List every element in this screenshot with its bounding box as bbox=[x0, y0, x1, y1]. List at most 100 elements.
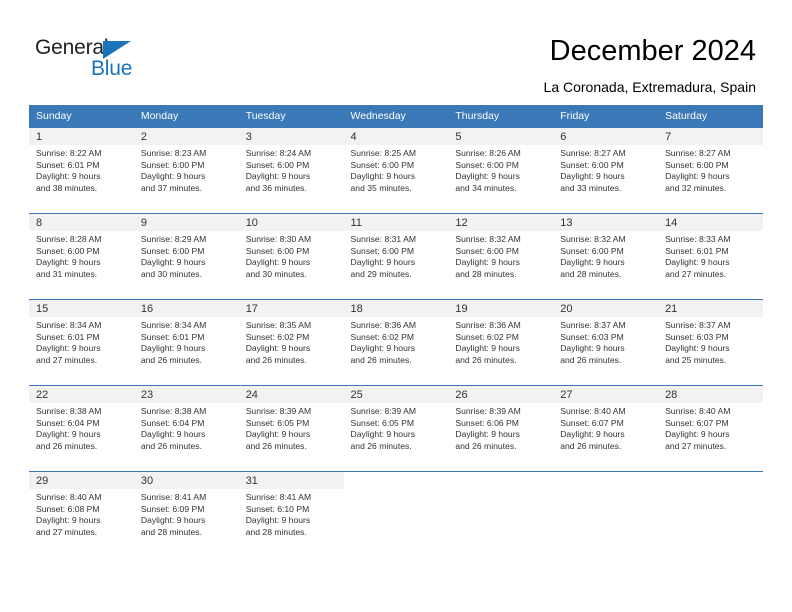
day-sunset-text: Sunset: 6:01 PM bbox=[36, 159, 100, 170]
day-number[interactable]: 14 bbox=[658, 213, 763, 231]
day-daylight-text: Daylight: 9 hours bbox=[245, 257, 311, 268]
week-details-row: Sunrise: 8:38 AM Sunset: 6:04 PM Daylight:… bbox=[29, 403, 763, 472]
day-daylight-text: and 26 minutes. bbox=[560, 354, 622, 365]
day-number[interactable]: 19 bbox=[448, 299, 554, 317]
day-sunrise-text: Sunrise: 8:24 AM bbox=[245, 148, 312, 158]
day-daylight-text: and 27 minutes. bbox=[36, 354, 98, 365]
day-number[interactable]: 9 bbox=[133, 213, 239, 231]
day-daylight-text: Daylight: 9 hours bbox=[140, 429, 206, 440]
day-details: Sunrise: 8:30 AM Sunset: 6:00 PM Daylight:… bbox=[238, 231, 344, 300]
day-cell-empty bbox=[343, 471, 449, 489]
day-number[interactable]: 30 bbox=[133, 471, 239, 489]
day-daylight-text: Daylight: 9 hours bbox=[560, 171, 625, 182]
day-number[interactable]: 29 bbox=[29, 471, 134, 489]
day-details: Sunrise: 8:32 AM Sunset: 6:00 PM Daylight:… bbox=[553, 231, 659, 300]
day-daylight-text: Daylight: 9 hours bbox=[36, 171, 101, 182]
day-sunrise-text: Sunrise: 8:39 AM bbox=[245, 406, 312, 416]
day-sunrise-text: Sunrise: 8:34 AM bbox=[36, 320, 102, 330]
day-sunset-text: Sunset: 6:02 PM bbox=[245, 331, 310, 342]
day-daylight-text: Daylight: 9 hours bbox=[350, 171, 416, 182]
day-daylight-text: Daylight: 9 hours bbox=[140, 343, 206, 354]
day-daylight-text: Daylight: 9 hours bbox=[560, 343, 625, 354]
day-sunrise-text: Sunrise: 8:22 AM bbox=[36, 148, 102, 158]
day-sunset-text: Sunset: 6:00 PM bbox=[455, 245, 519, 256]
day-daylight-text: Daylight: 9 hours bbox=[140, 171, 206, 182]
general-blue-logo: General Blue bbox=[35, 36, 215, 86]
day-sunset-text: Sunset: 6:10 PM bbox=[245, 503, 310, 514]
day-number[interactable]: 3 bbox=[238, 127, 344, 145]
day-details: Sunrise: 8:39 AM Sunset: 6:05 PM Daylight:… bbox=[238, 403, 344, 472]
day-details: Sunrise: 8:37 AM Sunset: 6:03 PM Daylight:… bbox=[658, 317, 763, 386]
day-daylight-text: and 26 minutes. bbox=[350, 440, 412, 451]
day-sunrise-text: Sunrise: 8:23 AM bbox=[140, 148, 207, 158]
day-number[interactable]: 11 bbox=[343, 213, 449, 231]
day-number[interactable]: 18 bbox=[343, 299, 449, 317]
day-number[interactable]: 26 bbox=[448, 385, 554, 403]
page-title: December 2024 bbox=[549, 35, 756, 67]
day-details: Sunrise: 8:33 AM Sunset: 6:01 PM Daylight:… bbox=[658, 231, 763, 300]
day-sunrise-text: Sunrise: 8:40 AM bbox=[36, 492, 102, 502]
day-sunrise-text: Sunrise: 8:33 AM bbox=[665, 234, 731, 244]
day-sunrise-text: Sunrise: 8:27 AM bbox=[560, 148, 626, 158]
day-sunset-text: Sunset: 6:00 PM bbox=[560, 245, 624, 256]
week-daynumbers-row: 15 16 17 18 19 20 21 bbox=[29, 299, 763, 317]
day-details: Sunrise: 8:40 AM Sunset: 6:08 PM Daylight:… bbox=[29, 489, 134, 557]
day-details: Sunrise: 8:24 AM Sunset: 6:00 PM Daylight:… bbox=[238, 145, 344, 214]
day-daylight-text: and 26 minutes. bbox=[245, 354, 307, 365]
calendar-body: 1 2 3 4 5 6 7 Sunrise: 8:22 AM Sunset: 6:01 PM Da… bbox=[29, 127, 763, 557]
day-daylight-text: Daylight: 9 hours bbox=[560, 257, 625, 268]
day-number[interactable]: 17 bbox=[238, 299, 344, 317]
week-details-row: Sunrise: 8:22 AM Sunset: 6:01 PM Daylight:… bbox=[29, 145, 763, 214]
day-daylight-text: Daylight: 9 hours bbox=[245, 515, 311, 526]
day-number[interactable]: 7 bbox=[658, 127, 763, 145]
day-sunrise-text: Sunrise: 8:34 AM bbox=[140, 320, 207, 330]
day-details: Sunrise: 8:39 AM Sunset: 6:05 PM Daylight:… bbox=[343, 403, 449, 472]
day-number[interactable]: 23 bbox=[133, 385, 239, 403]
day-number[interactable]: 31 bbox=[238, 471, 344, 489]
day-sunrise-text: Sunrise: 8:35 AM bbox=[245, 320, 312, 330]
day-sunrise-text: Sunrise: 8:39 AM bbox=[455, 406, 521, 416]
day-daylight-text: and 27 minutes. bbox=[665, 440, 727, 451]
day-number[interactable]: 10 bbox=[238, 213, 344, 231]
day-number[interactable]: 12 bbox=[448, 213, 554, 231]
day-number[interactable]: 25 bbox=[343, 385, 449, 403]
day-sunset-text: Sunset: 6:07 PM bbox=[665, 417, 729, 428]
day-sunset-text: Sunset: 6:00 PM bbox=[140, 159, 205, 170]
day-number[interactable]: 2 bbox=[133, 127, 239, 145]
day-daylight-text: Daylight: 9 hours bbox=[665, 171, 730, 182]
day-daylight-text: Daylight: 9 hours bbox=[665, 257, 730, 268]
day-number[interactable]: 24 bbox=[238, 385, 344, 403]
day-details: Sunrise: 8:34 AM Sunset: 6:01 PM Daylight:… bbox=[133, 317, 239, 386]
day-number[interactable]: 15 bbox=[29, 299, 134, 317]
day-details: Sunrise: 8:27 AM Sunset: 6:00 PM Daylight:… bbox=[658, 145, 763, 214]
day-daylight-text: and 26 minutes. bbox=[350, 354, 412, 365]
day-sunset-text: Sunset: 6:00 PM bbox=[665, 159, 729, 170]
day-number[interactable]: 8 bbox=[29, 213, 134, 231]
day-number[interactable]: 28 bbox=[658, 385, 763, 403]
day-sunset-text: Sunset: 6:01 PM bbox=[36, 331, 100, 342]
weekday-header-sunday: Sunday bbox=[29, 105, 134, 128]
day-details: Sunrise: 8:36 AM Sunset: 6:02 PM Daylight:… bbox=[343, 317, 449, 386]
day-number[interactable]: 5 bbox=[448, 127, 554, 145]
day-sunset-text: Sunset: 6:00 PM bbox=[140, 245, 205, 256]
day-number[interactable]: 4 bbox=[343, 127, 449, 145]
day-number[interactable]: 1 bbox=[29, 127, 134, 145]
day-number[interactable]: 27 bbox=[553, 385, 659, 403]
day-number[interactable]: 20 bbox=[553, 299, 659, 317]
day-details: Sunrise: 8:34 AM Sunset: 6:01 PM Daylight:… bbox=[29, 317, 134, 386]
day-sunrise-text: Sunrise: 8:39 AM bbox=[350, 406, 416, 416]
day-daylight-text: and 26 minutes. bbox=[245, 440, 307, 451]
day-details: Sunrise: 8:26 AM Sunset: 6:00 PM Daylight:… bbox=[448, 145, 554, 214]
day-number[interactable]: 21 bbox=[658, 299, 763, 317]
day-sunrise-text: Sunrise: 8:25 AM bbox=[350, 148, 416, 158]
day-number[interactable]: 22 bbox=[29, 385, 134, 403]
day-number[interactable]: 16 bbox=[133, 299, 239, 317]
week-daynumbers-row: 22 23 24 25 26 27 28 bbox=[29, 385, 763, 403]
day-number[interactable]: 13 bbox=[553, 213, 659, 231]
day-daylight-text: Daylight: 9 hours bbox=[455, 429, 520, 440]
day-number[interactable]: 6 bbox=[553, 127, 659, 145]
day-details: Sunrise: 8:31 AM Sunset: 6:00 PM Daylight:… bbox=[343, 231, 449, 300]
day-sunset-text: Sunset: 6:00 PM bbox=[350, 159, 415, 170]
week-daynumbers-row: 1234567 bbox=[29, 127, 763, 145]
sunrise-sunset-calendar: Sunday Monday Tuesday Wednesday Thursday Frid… bbox=[29, 105, 763, 557]
